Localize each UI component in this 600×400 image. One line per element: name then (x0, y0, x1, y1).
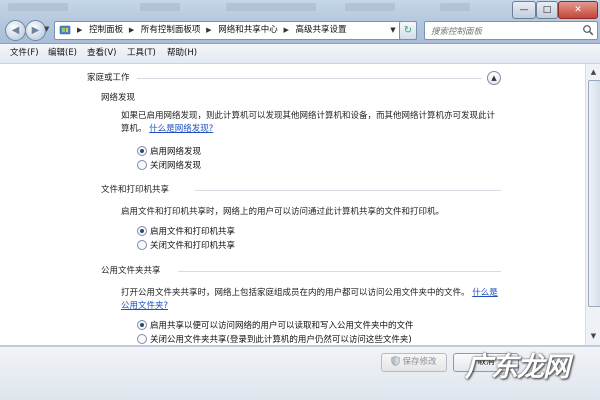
watermark-logo: 广东龙网 (465, 352, 570, 383)
refresh-icon: ↻ (403, 25, 413, 36)
section-description: 打开公用文件夹共享时，网络上包括家庭组成员在内的用户都可以访问公用文件夹中的文件… (121, 287, 503, 313)
forward-button[interactable]: ▶ (25, 20, 46, 41)
profile-title: 家庭或工作 (87, 73, 130, 83)
refresh-button[interactable]: ↻ (399, 21, 417, 40)
section-title-network-discovery: 网络发现 (101, 93, 136, 103)
radio-selected-icon[interactable] (137, 319, 147, 330)
forward-arrow-icon: ▶ (31, 25, 40, 36)
help-link-network-discovery[interactable]: 什么是网络发现? (149, 124, 213, 134)
breadcrumb-advanced-sharing[interactable]: 高级共享设置 (296, 25, 347, 35)
save-button-label[interactable]: 保存修改 (402, 357, 436, 367)
description-text: 启用文件和打印机共享时，网络上的用户可以访问通过此计算机共享的文件和打印机。 (121, 207, 445, 217)
window-caption-blurred (140, 3, 180, 11)
vertical-scrollbar[interactable]: ▲ ▼ (585, 64, 600, 345)
option-label[interactable]: 关闭文件和打印机共享 (150, 241, 235, 251)
radio-option[interactable]: 关闭网络发现 (137, 159, 201, 172)
option-label[interactable]: 启用共享以便可以访问网络的用户可以读取和写入公用文件夹中的文件 (150, 321, 414, 331)
back-arrow-icon: ◀ (11, 25, 20, 36)
menu-edit[interactable]: 编辑(E) (46, 44, 79, 63)
menu-view[interactable]: 查看(V) (85, 44, 118, 63)
description-text: 打开公用文件夹共享时，网络上包括家庭组成员在内的用户都可以访问公用文件夹中的文件… (121, 288, 470, 298)
address-bar[interactable]: ▶ 控制面板 ▶ 所有控制面板项 ▶ 网络和共享中心 ▶ 高级共享设置 ▼ (54, 21, 417, 40)
radio-unselected-icon[interactable] (137, 239, 147, 250)
window-caption-blurred (226, 3, 316, 11)
search-icon[interactable] (582, 24, 594, 36)
radio-option[interactable]: 关闭公用文件夹共享(登录到此计算机的用户仍然可以访问这些文件夹) (137, 333, 412, 345)
maximize-button[interactable]: □ (536, 1, 558, 19)
menu-file[interactable]: 文件(F) (8, 44, 41, 63)
scroll-up-arrow-icon[interactable]: ▲ (587, 65, 600, 79)
breadcrumb-control-panel[interactable]: 控制面板 (89, 25, 123, 35)
option-label[interactable]: 关闭网络发现 (150, 161, 201, 171)
option-label[interactable]: 启用网络发现 (150, 147, 201, 157)
section-title-file-printer-sharing: 文件和打印机共享 (101, 185, 170, 195)
control-panel-icon (59, 25, 71, 35)
search-box[interactable] (424, 21, 598, 40)
option-label[interactable]: 启用文件和打印机共享 (150, 227, 235, 237)
breadcrumb: ▶ 控制面板 ▶ 所有控制面板项 ▶ 网络和共享中心 ▶ 高级共享设置 (74, 22, 347, 39)
breadcrumb-separator-icon[interactable]: ▶ (283, 26, 288, 34)
minimize-button[interactable]: — (512, 1, 536, 19)
scroll-down-arrow-icon[interactable]: ▼ (587, 329, 600, 343)
address-history-dropdown[interactable]: ▼ (387, 22, 399, 39)
section-title-public-folder-sharing: 公用文件夹共享 (101, 266, 161, 276)
divider (137, 78, 482, 79)
scrollbar-thumb[interactable] (588, 80, 600, 307)
divider (195, 190, 501, 191)
radio-option[interactable]: 关闭文件和打印机共享 (137, 239, 235, 252)
radio-unselected-icon[interactable] (137, 333, 147, 344)
menu-help[interactable]: 帮助(H) (165, 44, 199, 63)
window-caption-blurred (8, 3, 68, 11)
back-button[interactable]: ◀ (5, 20, 26, 41)
radio-option[interactable]: 启用网络发现 (137, 145, 201, 158)
breadcrumb-separator-icon[interactable]: ▶ (206, 26, 211, 34)
close-button[interactable]: ✕ (558, 1, 598, 19)
breadcrumb-network-center[interactable]: 网络和共享中心 (218, 25, 278, 35)
radio-option[interactable]: 启用共享以便可以访问网络的用户可以读取和写入公用文件夹中的文件 (137, 319, 414, 332)
window-titlebar: — □ ✕ ◀ ▶ ▼ ▶ 控制面板 ▶ 所有控制面板项 ▶ 网络和共享中心 ▶… (0, 0, 600, 44)
window-caption-blurred (345, 3, 395, 11)
radio-unselected-icon[interactable] (137, 159, 147, 170)
uac-shield-icon (391, 355, 401, 366)
breadcrumb-separator-icon[interactable]: ▶ (129, 26, 134, 34)
radio-selected-icon[interactable] (137, 145, 147, 156)
save-changes-button[interactable]: 保存修改 (381, 353, 447, 372)
option-label[interactable]: 关闭公用文件夹共享(登录到此计算机的用户仍然可以访问这些文件夹) (150, 335, 412, 345)
divider (178, 271, 501, 272)
section-description: 如果已启用网络发现，则此计算机可以发现其他网络计算机和设备，而其他网络计算机亦可… (121, 110, 503, 136)
settings-panel: 家庭或工作 ▲ 网络发现 如果已启用网络发现，则此计算机可以发现其他网络计算机和… (0, 64, 585, 345)
breadcrumb-all-items[interactable]: 所有控制面板项 (141, 25, 201, 35)
collapse-chevron-up-icon[interactable]: ▲ (487, 71, 501, 85)
search-input[interactable] (429, 23, 573, 40)
radio-option[interactable]: 启用文件和打印机共享 (137, 225, 235, 238)
menu-tools[interactable]: 工具(T) (125, 44, 158, 63)
recent-pages-dropdown[interactable]: ▼ (44, 24, 52, 34)
window-caption-blurred (440, 3, 470, 11)
menu-bar: 文件(F) 编辑(E) 查看(V) 工具(T) 帮助(H) (0, 44, 600, 64)
section-description: 启用文件和打印机共享时，网络上的用户可以访问通过此计算机共享的文件和打印机。 (121, 206, 503, 219)
radio-selected-icon[interactable] (137, 225, 147, 236)
breadcrumb-separator-icon: ▶ (77, 26, 83, 34)
